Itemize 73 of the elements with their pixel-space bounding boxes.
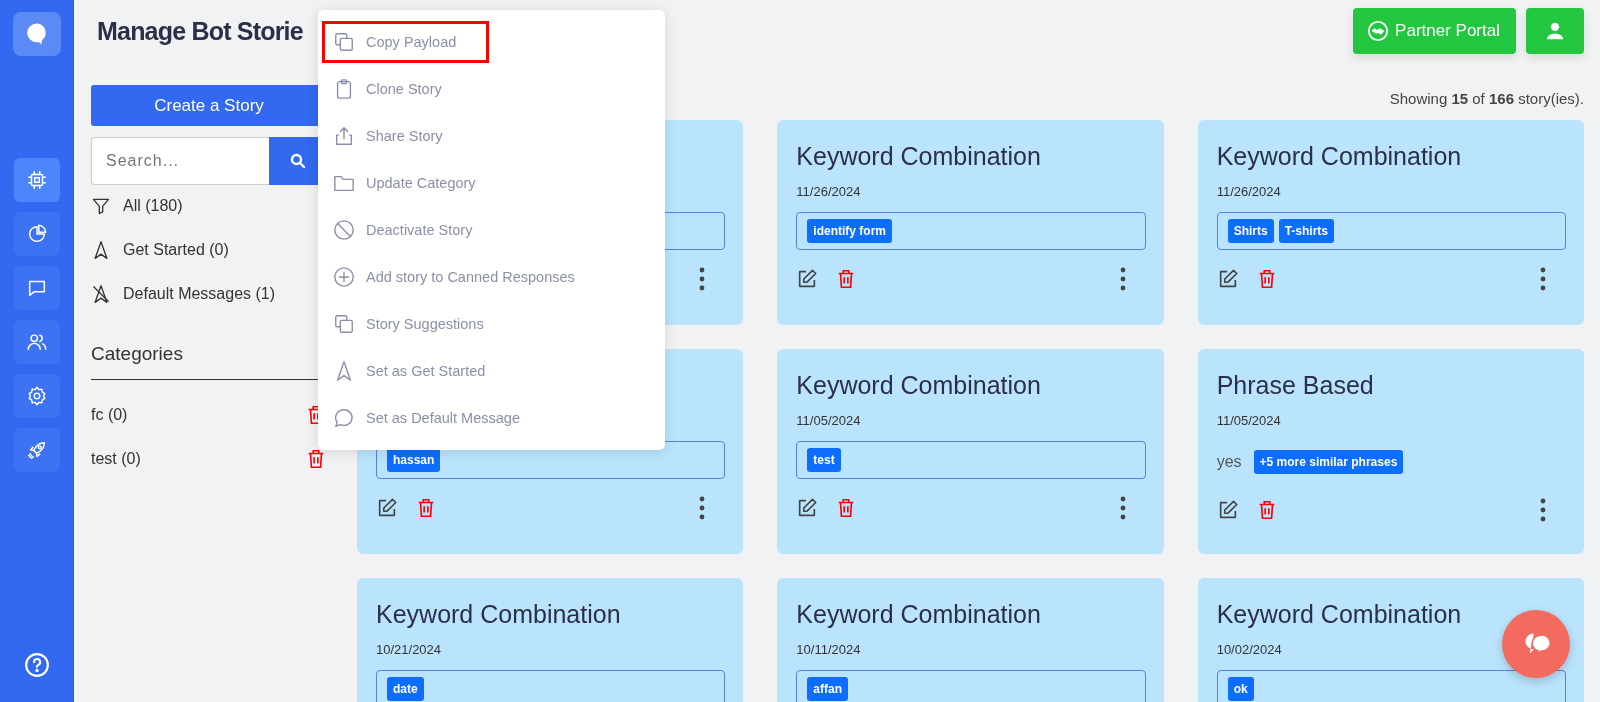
results-summary: Showing 15 of 166 story(ies). — [1389, 90, 1584, 109]
ban-icon — [333, 219, 355, 241]
keyword-tag: date — [387, 677, 424, 701]
filter-item[interactable]: Default Messages (1) — [123, 285, 276, 303]
more-options-icon[interactable] — [1119, 496, 1126, 520]
menu-item[interactable]: Copy Payload — [322, 21, 490, 63]
story-date: 11/05/2024 — [1216, 413, 1281, 428]
keyword-tag: test — [807, 448, 841, 472]
chip-icon — [25, 169, 48, 191]
story-title: Keyword Combination — [796, 371, 1041, 399]
story-date: 10/21/2024 — [376, 642, 442, 657]
nav-button[interactable] — [13, 428, 60, 472]
nav-button[interactable] — [13, 212, 60, 256]
nav-button[interactable] — [13, 374, 60, 418]
keyword-tag: hassan — [387, 448, 441, 472]
keyword-tag: Shirts — [1227, 219, 1274, 243]
keyword-tag: ok — [1227, 677, 1254, 701]
copy-icon — [333, 313, 355, 335]
search-field[interactable]: Search... — [91, 137, 269, 185]
help-icon[interactable] — [23, 652, 50, 678]
more-phrases-tag: +5 more similar phrases — [1253, 450, 1404, 474]
plus-circle-icon — [333, 266, 355, 288]
keyword-tag: T-shirts — [1278, 219, 1334, 243]
categories-heading: Categories — [91, 343, 183, 364]
menu-item[interactable]: Update Category — [322, 162, 509, 204]
menu-item[interactable]: Add story to Canned Responses — [322, 256, 608, 298]
more-options-icon[interactable] — [1540, 498, 1546, 522]
keyword-tag: affan — [807, 677, 848, 701]
user-icon — [1545, 21, 1565, 41]
phrase-text: yes — [1216, 453, 1242, 471]
copy-icon — [333, 31, 355, 53]
category-item[interactable]: test (0) — [91, 450, 141, 468]
filter-item[interactable]: Get Started (0) — [123, 241, 229, 259]
story-date: 11/26/2024 — [1216, 184, 1281, 199]
filter-icon — [91, 196, 111, 216]
story-date: 11/05/2024 — [796, 413, 861, 428]
navigation-off-icon — [91, 284, 111, 304]
more-options-icon[interactable] — [699, 267, 706, 291]
settings-icon — [25, 385, 48, 407]
story-title: Keyword Combination — [1216, 600, 1462, 628]
story-date: 11/26/2024 — [796, 184, 861, 199]
nav-button[interactable] — [13, 158, 60, 202]
filter-item[interactable]: All (180) — [123, 197, 183, 215]
story-date: 10/02/2024 — [1216, 642, 1282, 657]
page-title: Manage Bot Storie — [97, 16, 303, 46]
more-options-icon[interactable] — [1119, 267, 1126, 291]
keyword-tag: identify form — [807, 219, 892, 243]
menu-item[interactable]: Deactivate Story — [322, 209, 506, 251]
menu-item[interactable]: Story Suggestions — [322, 303, 517, 345]
handshake-icon — [1367, 20, 1390, 42]
story-title: Keyword Combination — [796, 600, 1041, 628]
more-options-icon[interactable] — [699, 496, 706, 520]
speech-bubble-icon — [333, 407, 355, 429]
edit-icon[interactable] — [796, 268, 819, 290]
partner-portal-button[interactable]: Partner Portal — [1353, 8, 1516, 54]
rocket-icon — [25, 439, 48, 461]
story-title: Keyword Combination — [1216, 142, 1462, 170]
share-icon — [333, 125, 355, 147]
category-item[interactable]: fc (0) — [91, 406, 128, 424]
edit-icon[interactable] — [796, 497, 819, 519]
logo-icon[interactable] — [12, 12, 61, 56]
more-options-icon[interactable] — [1540, 267, 1546, 291]
menu-item[interactable]: Set as Get Started — [322, 350, 519, 392]
nav-button[interactable] — [13, 266, 60, 310]
users-icon — [25, 331, 48, 353]
search-icon — [289, 152, 307, 170]
edit-icon[interactable] — [376, 497, 398, 519]
story-title: Keyword Combination — [376, 600, 621, 628]
story-title: Keyword Combination — [796, 142, 1041, 170]
nav-button[interactable] — [13, 320, 60, 364]
story-title: Phrase Based — [1216, 371, 1374, 399]
story-date: 10/11/2024 — [796, 642, 861, 657]
menu-item[interactable]: Set as Default Message — [322, 397, 553, 439]
